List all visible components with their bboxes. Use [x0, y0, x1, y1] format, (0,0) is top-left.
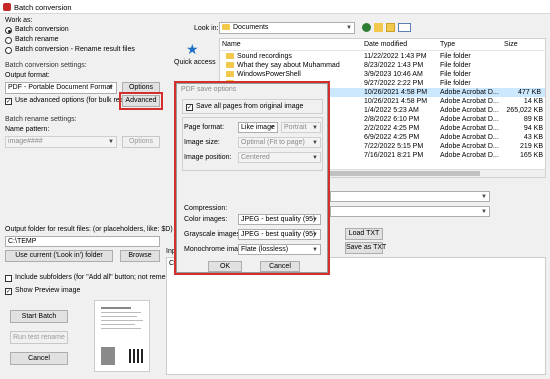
color-images-select[interactable]: JPEG - best quality (95) ▼: [238, 214, 321, 225]
star-icon: ★: [186, 41, 199, 57]
col-name[interactable]: Name: [222, 40, 362, 49]
file-name-combo[interactable]: ▼: [330, 191, 490, 202]
dialog-title: PDF save options: [181, 86, 237, 93]
qr-code-icon: [129, 349, 143, 363]
grayscale-images-label: Grayscale images:: [184, 231, 242, 238]
file-type-combo[interactable]: ▼: [330, 206, 490, 217]
start-batch-button[interactable]: Start Batch: [10, 310, 68, 323]
title-bar: Batch conversion: [0, 0, 550, 14]
new-folder-icon[interactable]: [386, 23, 395, 32]
table-row[interactable]: What they say about Muhammad 8/23/2022 1…: [222, 61, 545, 70]
image-size-label: Image size:: [184, 139, 220, 146]
image-position-label: Image position:: [184, 154, 232, 161]
folder-icon: [226, 53, 234, 60]
preview-image: [94, 300, 150, 372]
load-txt-button[interactable]: Load TXT: [345, 228, 383, 240]
output-folder-input[interactable]: C:\TEMP: [5, 236, 160, 247]
page-format-label: Page format:: [184, 124, 225, 131]
conversion-settings-label: Batch conversion settings:: [5, 62, 87, 69]
advanced-button[interactable]: Advanced: [122, 95, 160, 107]
browse-button[interactable]: Browse: [120, 250, 160, 262]
quick-access-link[interactable]: Quick access: [174, 59, 216, 66]
save-txt-button[interactable]: Save as TXT: [345, 242, 386, 254]
name-pattern-input[interactable]: image#### ▼: [5, 136, 117, 148]
chevron-down-icon: ▼: [312, 217, 318, 223]
image-position-select[interactable]: Centered ▼: [238, 152, 321, 163]
ok-button[interactable]: OK: [208, 261, 242, 272]
chevron-down-icon: ▼: [108, 139, 114, 145]
page-format-select[interactable]: Like image ▼: [238, 122, 278, 133]
grayscale-images-select[interactable]: JPEG - best quality (95) ▼: [238, 229, 321, 240]
chevron-down-icon: ▼: [481, 194, 487, 200]
chevron-down-icon: ▼: [481, 209, 487, 215]
table-row[interactable]: Sound recordings 11/22/2022 1:43 PM File…: [222, 52, 545, 61]
chevron-down-icon: ▼: [312, 232, 318, 238]
image-size-select[interactable]: Optimal (Fit to page) ▼: [238, 137, 321, 148]
chevron-down-icon: ▼: [108, 85, 114, 91]
cancel-button[interactable]: Cancel: [10, 352, 68, 365]
view-menu-icon[interactable]: [398, 23, 411, 32]
chevron-down-icon: ▼: [346, 25, 352, 31]
look-in-label: Look in:: [194, 25, 219, 32]
pdf-save-options-dialog: PDF save options ✓ Save all pages from o…: [176, 83, 328, 273]
col-date[interactable]: Date modified: [364, 40, 407, 49]
name-pattern-label: Name pattern:: [5, 126, 50, 133]
col-size[interactable]: Size: [504, 40, 518, 49]
folder-icon: [226, 62, 234, 69]
output-folder-label: Output folder for result files: (or plac…: [5, 226, 173, 233]
dialog-cancel-button[interactable]: Cancel: [260, 261, 300, 272]
chevron-down-icon: ▼: [312, 247, 318, 253]
run-test-rename-button[interactable]: Run test rename: [10, 331, 68, 344]
output-format-select[interactable]: PDF - Portable Document Format ▼: [5, 82, 117, 94]
folder-icon: [222, 24, 230, 31]
orientation-select[interactable]: Portrait ▼: [281, 122, 321, 133]
chevron-down-icon: ▼: [312, 155, 318, 161]
rename-options-button[interactable]: Options: [122, 136, 160, 148]
folder-icon: [226, 71, 234, 78]
app-icon: [3, 3, 11, 11]
window-title: Batch conversion: [14, 3, 72, 12]
rename-settings-label: Batch rename settings:: [5, 116, 77, 123]
chevron-down-icon: ▼: [312, 125, 318, 131]
look-in-select[interactable]: Documents ▼: [219, 22, 355, 34]
up-folder-icon[interactable]: [374, 23, 383, 32]
monochrome-images-select[interactable]: Flate (lossless) ▼: [238, 244, 321, 255]
compression-label: Compression:: [184, 205, 228, 212]
color-images-label: Color images:: [184, 216, 228, 223]
output-format-label: Output format:: [5, 72, 50, 79]
chevron-down-icon: ▼: [269, 125, 275, 131]
work-as-label: Work as:: [5, 17, 33, 24]
back-icon[interactable]: [362, 23, 371, 32]
chevron-down-icon: ▼: [312, 140, 318, 146]
col-type[interactable]: Type: [440, 40, 455, 49]
use-current-folder-button[interactable]: Use current ('Look in') folder: [5, 250, 113, 262]
table-row[interactable]: WindowsPowerShell 3/9/2023 10:46 AM File…: [222, 70, 545, 79]
